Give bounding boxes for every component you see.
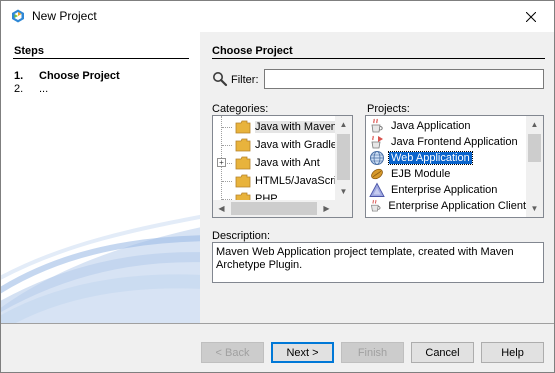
step-number: 2. [14,83,24,95]
project-label: Enterprise Application [391,184,498,196]
projects-vertical-scrollbar[interactable]: ▲ ▼ [526,116,543,217]
close-icon [526,11,536,22]
title-bar[interactable]: New Project [1,1,554,32]
window-title: New Project [32,9,97,23]
category-label: Java with Gradle [255,139,337,151]
back-button[interactable]: < Back [201,342,264,363]
scroll-thumb[interactable] [528,134,541,162]
folder-icon [235,138,251,152]
project-item[interactable]: Enterprise Application Client [366,198,526,214]
steps-panel: Steps 1. Choose Project 2. ... [1,32,200,323]
categories-label: Categories: [212,103,269,115]
project-item[interactable]: Java Application [366,118,526,134]
scroll-left-arrow-icon[interactable]: ◀ [213,200,230,217]
description-text: Maven Web Application project template, … [212,242,544,283]
category-label: HTML5/JavaScript [255,175,346,187]
frontend-icon [371,135,383,149]
scroll-up-arrow-icon[interactable]: ▲ [335,116,352,133]
category-label: Java with Ant [255,157,320,169]
decorative-swirl-graphic [1,214,200,323]
close-window-button[interactable] [508,1,554,32]
categories-horizontal-scrollbar[interactable]: ◀ ▶ [213,200,335,217]
project-label: Java Frontend Application [391,136,518,148]
coffee-cup-icon [371,118,383,133]
footer-divider [1,323,554,324]
step-number: 1. [14,70,24,82]
projects-list[interactable]: Java Application Java Frontend Applicati… [365,115,544,218]
globe-icon [370,151,384,165]
coffee-cup-icon [371,199,381,212]
category-item[interactable]: + Java with Ant [213,154,320,172]
scrollbar-corner [335,200,352,217]
category-item[interactable]: Java with Gradle [213,136,337,154]
project-item[interactable]: Enterprise Application [366,182,526,198]
description-label: Description: [212,230,271,242]
help-button[interactable]: Help [481,342,544,363]
scroll-down-arrow-icon[interactable]: ▼ [526,200,543,217]
cancel-button[interactable]: Cancel [411,342,474,363]
step-item-2: 2. ... [14,83,48,95]
netbeans-logo-icon [12,9,24,23]
expand-toggle-icon[interactable]: + [217,158,226,167]
triangle-icon [369,182,385,197]
project-label: Enterprise Application Client [388,200,526,212]
project-item-selected[interactable]: Web Application [366,150,526,166]
folder-icon [235,156,251,170]
scroll-thumb[interactable] [231,202,317,215]
title-divider [212,58,545,59]
step-item-1: 1. Choose Project [14,70,120,82]
filter-input[interactable] [264,69,544,89]
categories-tree[interactable]: Java with Maven Java with Gradle + Java … [212,115,353,218]
project-item[interactable]: EJB Module [366,166,526,182]
projects-label: Projects: [367,103,410,115]
category-label: Java with Maven [255,121,337,133]
folder-icon [235,120,251,134]
category-item[interactable]: Java with Maven [213,118,337,136]
project-label: Web Application [388,151,473,165]
category-item[interactable]: HTML5/JavaScript [213,172,345,190]
project-label: Java Application [391,120,471,132]
new-project-dialog: New Project Steps 1. Choose Project 2. .… [0,0,555,373]
page-title: Choose Project [212,45,293,57]
bean-icon [371,168,383,180]
step-label: Choose Project [39,70,120,82]
step-label: ... [39,83,49,95]
steps-divider [13,58,189,59]
scroll-up-arrow-icon[interactable]: ▲ [526,116,543,133]
finish-button[interactable]: Finish [341,342,404,363]
steps-heading: Steps [14,45,44,57]
categories-vertical-scrollbar[interactable]: ▲ ▼ [335,116,352,200]
filter-label: Filter: [231,74,259,86]
scroll-thumb[interactable] [337,134,350,180]
folder-icon [235,174,251,188]
search-icon [213,72,228,87]
next-button[interactable]: Next > [271,342,334,363]
project-item[interactable]: Java Frontend Application [366,134,526,150]
scroll-right-arrow-icon[interactable]: ▶ [318,200,335,217]
scroll-down-arrow-icon[interactable]: ▼ [335,183,352,200]
project-label: EJB Module [391,168,451,180]
